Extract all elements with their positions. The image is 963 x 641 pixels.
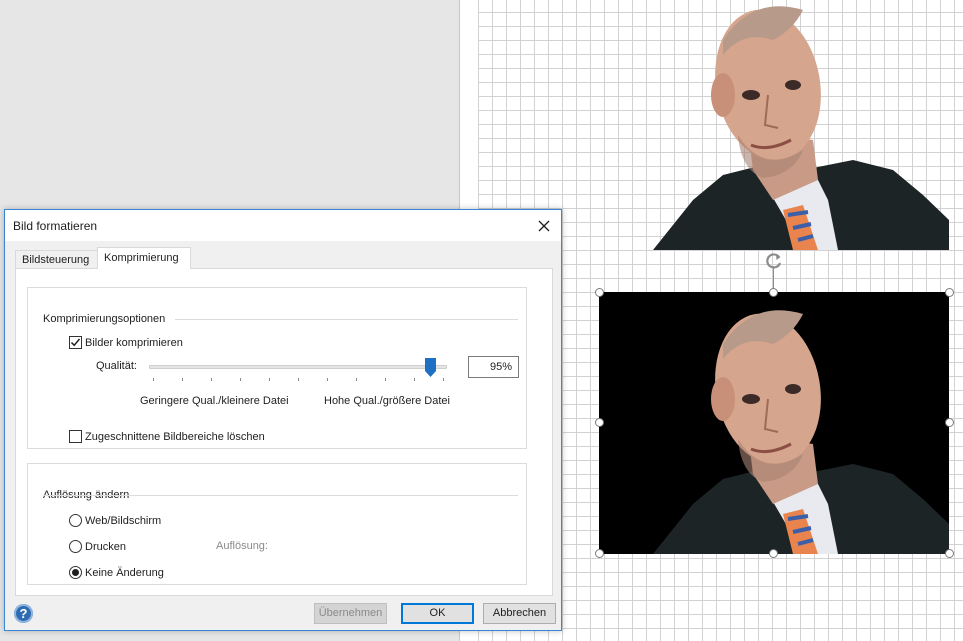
resize-handle-top[interactable] xyxy=(769,288,778,297)
resize-handle-bottom[interactable] xyxy=(769,549,778,558)
quality-max-label: Hohe Qual./größere Datei xyxy=(324,395,450,407)
resize-handle-left[interactable] xyxy=(595,418,604,427)
format-picture-dialog: Bild formatieren Bildsteuerung Komprimie… xyxy=(4,209,562,631)
resolution-label: Auflösung: xyxy=(216,540,268,552)
resize-handle-top-left[interactable] xyxy=(595,288,604,297)
photo-selected[interactable] xyxy=(599,292,949,554)
rotate-handle-icon[interactable] xyxy=(764,251,784,271)
resolution-group: Auflösung ändern Web/Bildschirm Drucken … xyxy=(27,463,527,585)
help-button[interactable]: ? xyxy=(14,604,33,623)
dialog-titlebar[interactable]: Bild formatieren xyxy=(5,210,561,241)
radio-no-change[interactable] xyxy=(69,566,82,579)
apply-button[interactable]: Übernehmen xyxy=(314,603,387,624)
group-title: Komprimierungsoptionen xyxy=(43,313,166,325)
delete-cropped-checkbox[interactable] xyxy=(69,430,82,443)
help-icon: ? xyxy=(19,606,28,621)
resize-handle-right[interactable] xyxy=(945,418,954,427)
tab-label: Komprimierung xyxy=(104,252,179,264)
delete-cropped-label: Zugeschnittene Bildbereiche löschen xyxy=(85,431,265,443)
compress-images-label: Bilder komprimieren xyxy=(85,337,183,349)
compression-tab-panel: Komprimierungsoptionen Bilder komprimier… xyxy=(15,268,553,596)
close-icon xyxy=(538,220,550,232)
resize-handle-bottom-left[interactable] xyxy=(595,549,604,558)
close-button[interactable] xyxy=(533,215,555,237)
quality-value-field[interactable]: 95% xyxy=(468,356,519,378)
group-divider xyxy=(175,319,518,320)
compress-images-checkbox[interactable] xyxy=(69,336,82,349)
tab-komprimierung[interactable]: Komprimierung xyxy=(97,247,191,269)
radio-print[interactable] xyxy=(69,540,82,553)
photo-transparent[interactable] xyxy=(653,0,949,250)
slider-tick xyxy=(327,378,328,381)
tab-label: Bildsteuerung xyxy=(22,254,90,266)
quality-slider-track[interactable] xyxy=(149,365,447,369)
radio-print-label: Drucken xyxy=(85,541,126,553)
resize-handle-top-right[interactable] xyxy=(945,288,954,297)
slider-tick xyxy=(240,378,241,381)
resize-handle-bottom-right[interactable] xyxy=(945,549,954,558)
checkmark-icon xyxy=(70,338,81,347)
quality-min-label: Geringere Qual./kleinere Datei xyxy=(140,395,289,407)
slider-tick xyxy=(356,378,357,381)
slider-tick xyxy=(443,378,444,381)
dialog-title: Bild formatieren xyxy=(13,219,98,233)
slider-tick xyxy=(182,378,183,381)
quality-label: Qualität: xyxy=(96,360,137,372)
radio-no-change-label: Keine Änderung xyxy=(85,567,164,579)
radio-web-screen[interactable] xyxy=(69,514,82,527)
slider-tick xyxy=(385,378,386,381)
radio-selected-dot xyxy=(72,569,79,576)
slider-tick xyxy=(414,378,415,381)
ok-button[interactable]: OK xyxy=(401,603,474,624)
slider-tick xyxy=(153,378,154,381)
radio-web-screen-label: Web/Bildschirm xyxy=(85,515,162,527)
slider-tick xyxy=(298,378,299,381)
quality-slider-thumb[interactable] xyxy=(424,358,436,377)
slider-tick xyxy=(211,378,212,381)
slider-tick xyxy=(269,378,270,381)
tab-bildsteuerung[interactable]: Bildsteuerung xyxy=(15,250,99,268)
cancel-button[interactable]: Abbrechen xyxy=(483,603,556,624)
group-divider xyxy=(43,495,518,496)
compression-options-group: Komprimierungsoptionen Bilder komprimier… xyxy=(27,287,527,449)
